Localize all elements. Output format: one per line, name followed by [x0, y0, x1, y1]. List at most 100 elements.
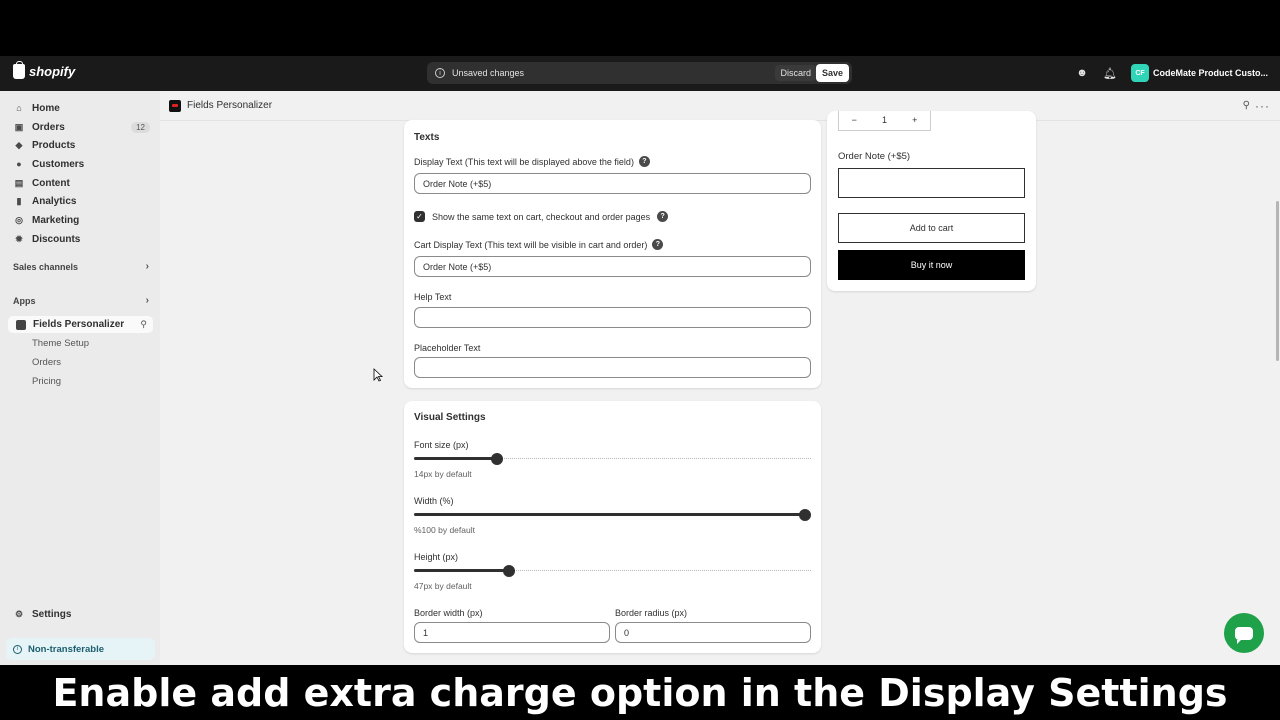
sidebar-subitem-theme-setup[interactable]: Theme Setup: [32, 338, 89, 349]
sidebar-item-content[interactable]: ▤ Content: [14, 175, 150, 191]
texts-card: Texts Display Text (This text will be di…: [404, 120, 821, 388]
font-size-label: Font size (px): [414, 440, 469, 450]
app-header: Fields Personalizer ⚲ ···: [160, 91, 1280, 121]
apps-section[interactable]: Apps ›: [13, 295, 149, 306]
slider-fill: [414, 569, 510, 572]
buy-it-now-button[interactable]: Buy it now: [838, 250, 1025, 280]
height-hint: 47px by default: [414, 581, 472, 591]
slider-handle[interactable]: [491, 453, 504, 465]
sidebar-item-home[interactable]: ⌂ Home: [14, 100, 150, 116]
help-text-input[interactable]: [414, 307, 811, 328]
shopify-logo[interactable]: shopify: [13, 61, 75, 79]
chat-button[interactable]: [1224, 613, 1264, 653]
sidebar-item-marketing[interactable]: ◎ Marketing: [14, 212, 150, 228]
sidebar-item-customers[interactable]: ● Customers: [14, 156, 150, 172]
shopify-bag-icon: [13, 61, 25, 79]
sidebar-item-orders[interactable]: ▣ Orders 12: [14, 119, 150, 135]
person-icon: ●: [16, 159, 22, 169]
pin-icon[interactable]: ⚲: [1243, 100, 1250, 111]
display-text-label: Display Text (This text will be displaye…: [414, 156, 650, 167]
help-icon[interactable]: ?: [638, 156, 650, 167]
cart-display-text-input[interactable]: Order Note (+$5): [414, 256, 811, 277]
slider-fill: [414, 513, 806, 516]
sidebar-subitem-pricing[interactable]: Pricing: [32, 376, 61, 387]
quantity-value: 1: [881, 115, 887, 125]
same-text-checkbox-row[interactable]: ✓ Show the same text on cart, checkout a…: [414, 211, 669, 222]
sidebar-item-products[interactable]: ◆ Products: [14, 137, 150, 153]
label-text: Cart Display Text (This text will be vis…: [414, 239, 648, 250]
preview-order-note-input[interactable]: [838, 168, 1025, 198]
width-label: Width (%): [414, 496, 454, 506]
bell-icon[interactable]: 🔔︎: [1103, 66, 1117, 80]
help-icon[interactable]: ?: [657, 211, 669, 222]
sidebar-item-label: Customers: [32, 158, 85, 170]
border-width-input[interactable]: 1: [414, 622, 610, 643]
app-title: Fields Personalizer: [187, 100, 273, 111]
plus-button[interactable]: +: [912, 115, 917, 125]
target-icon: ◎: [15, 214, 23, 225]
store-avatar: CF: [1130, 64, 1149, 82]
sales-channels-section[interactable]: Sales channels ›: [13, 261, 149, 272]
slider-handle[interactable]: [799, 509, 812, 521]
non-transferable-label: Non-transferable: [28, 643, 105, 655]
sidebar-item-label: Home: [32, 102, 60, 114]
cart-display-text-label: Cart Display Text (This text will be vis…: [414, 239, 664, 250]
sidebar-item-analytics[interactable]: ▮ Analytics: [14, 193, 150, 209]
sidekick-icon[interactable]: ☻: [1075, 66, 1089, 80]
sidebar-item-label: Discounts: [32, 233, 81, 245]
minus-button[interactable]: −: [852, 115, 857, 125]
same-text-checkbox[interactable]: ✓: [414, 211, 425, 222]
store-name: CodeMate Product Custo...: [1152, 68, 1268, 78]
placeholder-text-label: Placeholder Text: [414, 343, 481, 353]
discard-button[interactable]: Discard: [775, 65, 816, 81]
display-text-input[interactable]: Order Note (+$5): [414, 173, 811, 194]
app-logo-icon: [169, 99, 181, 112]
sidebar-item-label: Marketing: [32, 214, 80, 226]
save-button[interactable]: Save: [815, 64, 849, 82]
main-content: Fields Personalizer ⚲ ··· Texts Display …: [160, 91, 1280, 665]
more-options-icon[interactable]: ···: [1255, 99, 1270, 113]
store-menu[interactable]: CF CodeMate Product Custo...: [1130, 64, 1268, 82]
app-label: Fields Personalizer: [33, 319, 125, 330]
sidebar-item-label: Products: [32, 139, 76, 151]
slider-handle[interactable]: [503, 565, 516, 577]
border-radius-label: Border radius (px): [615, 608, 688, 618]
chart-icon: ▮: [16, 195, 22, 206]
orders-icon: ▣: [14, 121, 24, 132]
section-label: Apps: [13, 296, 36, 306]
checkbox-label: Show the same text on cart, checkout and…: [432, 211, 651, 222]
unsaved-message: Unsaved changes: [452, 68, 525, 78]
sidebar-item-settings[interactable]: ⚙ Settings: [14, 606, 150, 622]
chevron-right-icon: ›: [145, 295, 149, 306]
sidebar-subitem-orders[interactable]: Orders: [32, 357, 61, 368]
non-transferable-banner[interactable]: i Non-transferable: [6, 638, 155, 660]
chevron-right-icon: ›: [145, 261, 149, 272]
help-icon[interactable]: ?: [652, 239, 664, 250]
chat-bubble-icon: [1235, 626, 1253, 644]
pin-icon[interactable]: ⚲: [140, 319, 147, 330]
card-title: Visual Settings: [414, 412, 486, 423]
preview-card: − 1 + Order Note (+$5) Add to cart Buy i…: [827, 111, 1036, 291]
orders-count-badge: 12: [131, 121, 150, 133]
add-to-cart-button[interactable]: Add to cart: [838, 213, 1025, 243]
width-slider[interactable]: [414, 509, 812, 521]
placeholder-text-input[interactable]: [414, 357, 811, 378]
height-label: Height (px): [414, 552, 459, 562]
label-text: Display Text (This text will be displaye…: [414, 156, 634, 167]
video-caption: Enable add extra charge option in the Di…: [0, 665, 1280, 720]
app-icon: [16, 319, 26, 330]
slider-fill: [414, 457, 498, 460]
sidebar-item-label: Orders: [32, 121, 65, 133]
mouse-cursor-icon: [373, 368, 383, 382]
content-icon: ▤: [14, 177, 24, 188]
width-hint: %100 by default: [414, 525, 475, 535]
section-label: Sales channels: [13, 262, 79, 272]
info-icon: i: [13, 644, 22, 654]
sidebar-item-discounts[interactable]: ✹ Discounts: [14, 231, 150, 247]
height-slider[interactable]: [414, 565, 811, 577]
quantity-stepper[interactable]: − 1 +: [838, 111, 931, 131]
sidebar-item-fields-personalizer[interactable]: Fields Personalizer ⚲: [8, 316, 153, 333]
scrollbar[interactable]: [1276, 201, 1279, 361]
font-size-slider[interactable]: [414, 453, 811, 465]
border-radius-input[interactable]: 0: [615, 622, 811, 643]
